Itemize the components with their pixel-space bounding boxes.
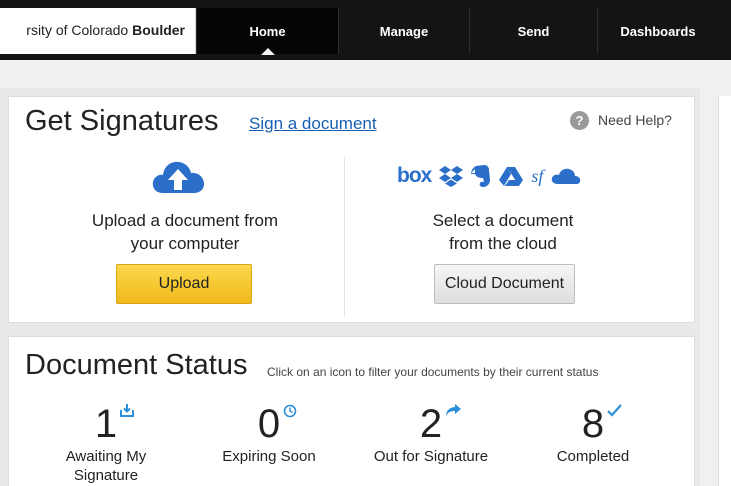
cloud-document-button[interactable]: Cloud Document	[434, 264, 575, 304]
upload-description-line2: your computer	[130, 234, 240, 253]
box-icon[interactable]: box	[397, 164, 432, 188]
tab-send[interactable]: Send	[469, 8, 597, 54]
status-count-completed: 8	[581, 402, 622, 446]
status-label-awaiting: Awaiting My Signature	[36, 447, 176, 485]
status-out-for-signature[interactable]: 2 Out for Signature	[361, 402, 501, 466]
status-awaiting-my-signature[interactable]: 1 Awaiting My Signature	[36, 402, 176, 485]
forward-arrow-icon	[446, 404, 462, 416]
tab-dashboards-label: Dashboards	[620, 23, 696, 39]
status-filter-hint: Click on an icon to filter your document…	[267, 365, 599, 379]
inbox-download-icon	[120, 404, 135, 417]
cloud-upload-icon[interactable]	[151, 157, 205, 197]
sign-a-document-link[interactable]: Sign a document	[249, 114, 377, 134]
status-label-awaiting-line2: Signature	[73, 467, 139, 484]
dropbox-icon[interactable]	[439, 165, 464, 187]
tab-send-label: Send	[517, 23, 550, 39]
status-expiring-soon[interactable]: 0 Expiring Soon	[199, 402, 339, 466]
need-help-label: Need Help?	[598, 112, 672, 128]
google-drive-icon[interactable]	[499, 166, 524, 187]
cloud-description-line2: from the cloud	[449, 234, 557, 253]
checkmark-icon	[607, 404, 622, 417]
status-label-expiring: Expiring Soon	[222, 448, 316, 465]
clock-icon	[283, 404, 297, 418]
active-tab-caret	[260, 48, 275, 55]
upload-description: Upload a document from your computer	[65, 209, 305, 255]
sub-header-bar	[0, 60, 731, 88]
brand-name: rsity of Colorado Boulder	[26, 22, 185, 38]
upload-button[interactable]: Upload	[116, 264, 252, 304]
cloud-description: Select a document from the cloud	[383, 209, 623, 255]
evernote-icon[interactable]	[471, 164, 491, 188]
status-count-completed-value: 8	[581, 402, 605, 446]
column-divider	[344, 157, 345, 317]
cloud-provider-icons: box sf	[397, 162, 589, 190]
status-count-expiring-value: 0	[257, 402, 281, 446]
tab-home[interactable]: Home	[196, 8, 338, 55]
status-label-awaiting-line1: Awaiting My	[65, 448, 147, 465]
salesforce-icon[interactable]: sf	[531, 166, 543, 187]
tab-dashboards[interactable]: Dashboards	[597, 8, 718, 54]
status-count-out: 2	[419, 402, 462, 446]
brand-name-bold: Boulder	[132, 22, 185, 38]
get-signatures-title: Get Signatures	[25, 105, 219, 137]
top-nav-bar: rsity of Colorado Boulder Home Manage Se…	[0, 0, 731, 60]
status-count-expiring: 0	[257, 402, 297, 446]
status-completed[interactable]: 8 Completed	[523, 402, 663, 466]
need-help-link[interactable]: ? Need Help?	[570, 110, 672, 130]
status-count-out-value: 2	[419, 402, 443, 446]
status-label-out: Out for Signature	[373, 448, 489, 465]
right-column-panel	[718, 96, 731, 486]
tab-home-label: Home	[249, 23, 286, 39]
onedrive-icon[interactable]	[551, 167, 581, 185]
tab-manage-label: Manage	[379, 23, 429, 39]
cloud-description-line1: Select a document	[432, 211, 574, 230]
tab-manage[interactable]: Manage	[338, 8, 469, 54]
upload-description-line1: Upload a document from	[91, 211, 279, 230]
status-count-awaiting: 1	[94, 402, 135, 446]
status-count-awaiting-value: 1	[94, 402, 118, 446]
brand-logo[interactable]: rsity of Colorado Boulder	[0, 8, 196, 54]
document-status-card: Document Status Click on an icon to filt…	[8, 336, 695, 486]
get-signatures-card: Get Signatures Sign a document ? Need He…	[8, 96, 695, 323]
document-status-title: Document Status	[25, 349, 248, 381]
status-label-completed: Completed	[556, 448, 630, 465]
help-question-icon: ?	[570, 110, 589, 130]
